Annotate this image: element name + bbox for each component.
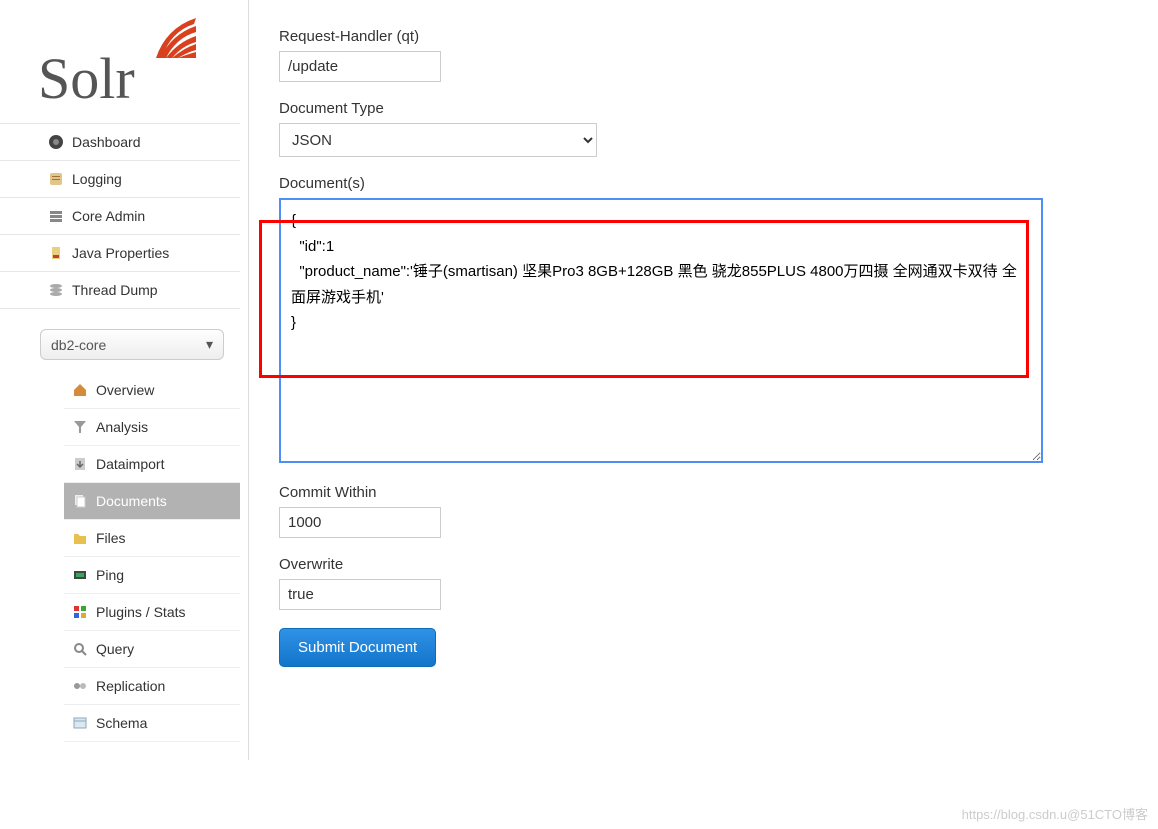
commit-within-input[interactable] bbox=[279, 507, 441, 538]
subnav-label: Files bbox=[96, 530, 126, 546]
overwrite-label: Overwrite bbox=[279, 556, 1128, 573]
subnav-replication[interactable]: Replication bbox=[64, 668, 240, 705]
nav-label: Core Admin bbox=[72, 208, 145, 224]
request-handler-input[interactable] bbox=[279, 51, 441, 82]
documents-icon bbox=[72, 493, 88, 509]
core-admin-icon bbox=[48, 208, 64, 224]
sidebar: Solr Dashboard Logging Core Admin Java P… bbox=[0, 0, 240, 742]
subnav-label: Plugins / Stats bbox=[96, 604, 186, 620]
replication-icon bbox=[72, 678, 88, 694]
dashboard-icon bbox=[48, 134, 64, 150]
subnav-documents[interactable]: Documents bbox=[64, 483, 240, 520]
subnav-overview[interactable]: Overview bbox=[64, 372, 240, 409]
subnav-plugins[interactable]: Plugins / Stats bbox=[64, 594, 240, 631]
nav-dashboard[interactable]: Dashboard bbox=[0, 124, 240, 161]
subnav-label: Overview bbox=[96, 382, 154, 398]
core-selector-dropdown[interactable]: db2-core ▾ bbox=[40, 329, 224, 360]
primary-nav: Dashboard Logging Core Admin Java Proper… bbox=[0, 123, 240, 309]
subnav-label: Query bbox=[96, 641, 134, 657]
watermark-text: https://blog.csdn.u@51CTO博客 bbox=[962, 804, 1148, 823]
home-icon bbox=[72, 382, 88, 398]
subnav-label: Schema bbox=[96, 715, 147, 731]
subnav-label: Documents bbox=[96, 493, 167, 509]
folder-icon bbox=[72, 530, 88, 546]
subnav-schema[interactable]: Schema bbox=[64, 705, 240, 742]
subnav-ping[interactable]: Ping bbox=[64, 557, 240, 594]
documents-textarea[interactable] bbox=[279, 198, 1043, 463]
subnav-label: Replication bbox=[96, 678, 165, 694]
schema-icon bbox=[72, 715, 88, 731]
ping-icon bbox=[72, 567, 88, 583]
subnav-dataimport[interactable]: Dataimport bbox=[64, 446, 240, 483]
documents-label: Document(s) bbox=[279, 175, 1128, 192]
nav-label: Java Properties bbox=[72, 245, 169, 261]
document-type-select[interactable]: JSON bbox=[279, 123, 597, 157]
subnav-query[interactable]: Query bbox=[64, 631, 240, 668]
subnav-label: Ping bbox=[96, 567, 124, 583]
subnav-label: Analysis bbox=[96, 419, 148, 435]
nav-java-properties[interactable]: Java Properties bbox=[0, 235, 240, 272]
nav-label: Dashboard bbox=[72, 134, 141, 150]
plugins-icon bbox=[72, 604, 88, 620]
funnel-icon bbox=[72, 419, 88, 435]
search-icon bbox=[72, 641, 88, 657]
nav-thread-dump[interactable]: Thread Dump bbox=[0, 272, 240, 309]
core-subnav: Overview Analysis Dataimport Documents F… bbox=[64, 372, 240, 742]
nav-logging[interactable]: Logging bbox=[0, 161, 240, 198]
thread-dump-icon bbox=[48, 282, 64, 298]
subnav-files[interactable]: Files bbox=[64, 520, 240, 557]
subnav-analysis[interactable]: Analysis bbox=[64, 409, 240, 446]
overwrite-input[interactable] bbox=[279, 579, 441, 610]
svg-text:Solr: Solr bbox=[38, 46, 135, 105]
core-selector-value: db2-core bbox=[51, 337, 106, 353]
submit-document-button[interactable]: Submit Document bbox=[279, 628, 436, 667]
chevron-down-icon: ▾ bbox=[206, 336, 213, 353]
nav-label: Logging bbox=[72, 171, 122, 187]
dataimport-icon bbox=[72, 456, 88, 472]
commit-within-label: Commit Within bbox=[279, 484, 1128, 501]
nav-label: Thread Dump bbox=[72, 282, 158, 298]
request-handler-label: Request-Handler (qt) bbox=[279, 28, 1128, 45]
solr-logo: Solr bbox=[0, 0, 240, 123]
java-props-icon bbox=[48, 245, 64, 261]
subnav-label: Dataimport bbox=[96, 456, 164, 472]
main-content: Request-Handler (qt) Document Type JSON … bbox=[248, 0, 1158, 760]
logging-icon bbox=[48, 171, 64, 187]
document-type-label: Document Type bbox=[279, 100, 1128, 117]
nav-core-admin[interactable]: Core Admin bbox=[0, 198, 240, 235]
